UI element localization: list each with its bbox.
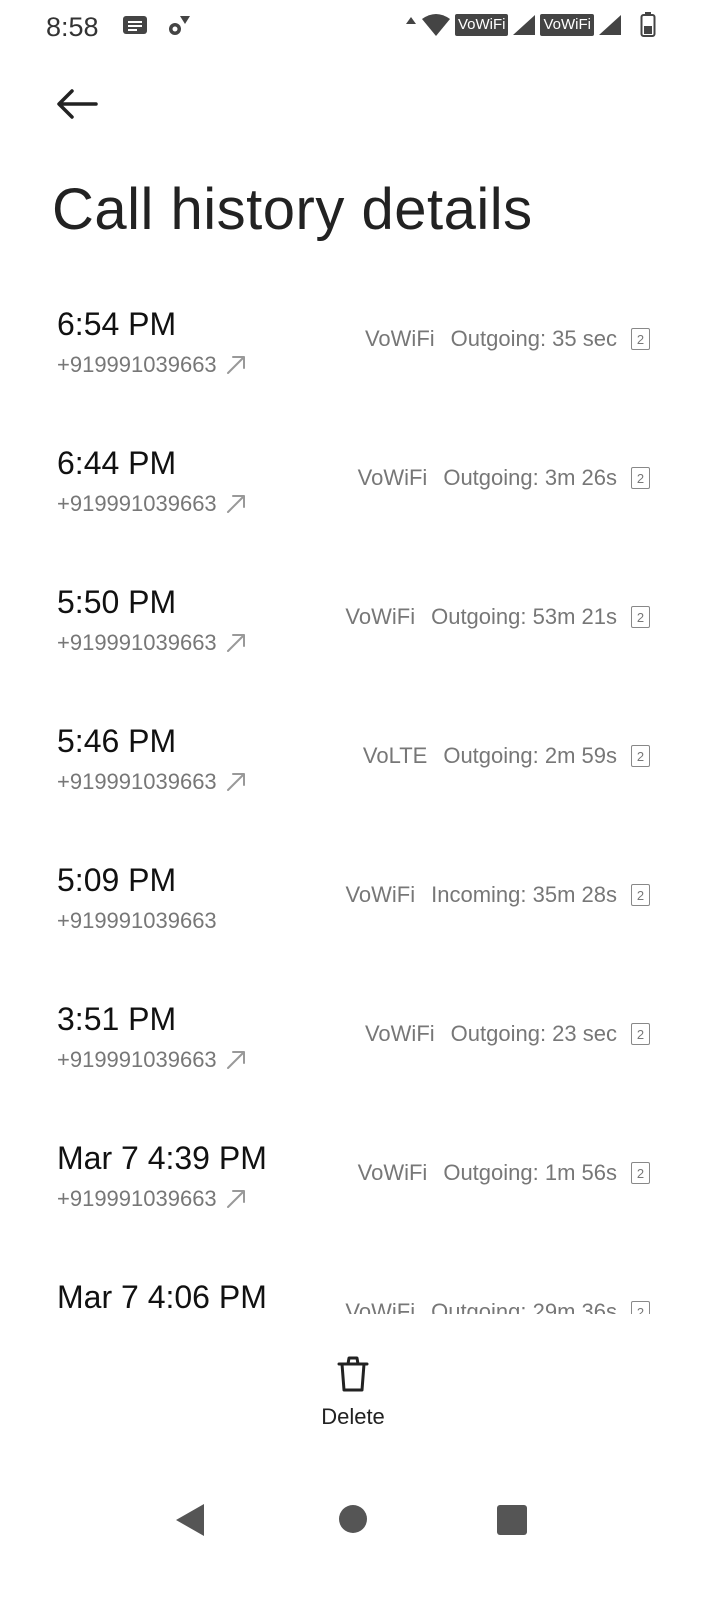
sim-indicator-icon: 2 [631,1023,650,1045]
trash-icon [337,1356,369,1392]
call-number-wrap: +919991039663 [57,630,247,656]
sim-indicator-icon: 2 [631,1162,650,1184]
call-number-wrap: +919991039663 [57,1047,247,1073]
call-number: +919991039663 [57,491,217,516]
call-meta: VoWiFi Incoming: 35m 28s 2 [345,882,650,908]
status-right-icons: VoWiFi VoWiFi [405,12,656,38]
call-duration: Outgoing: 29m 36s [431,1299,617,1314]
battery-icon [640,12,656,38]
outgoing-arrow-icon [226,773,245,791]
call-row[interactable]: 5:46 PM +919991039663 VoLTE Outgoing: 2m 59… [0,695,720,834]
back-button[interactable] [52,78,104,130]
call-time: 6:54 PM [57,306,177,342]
vowifi-badge-sim1: VoWiFi [454,14,509,36]
sim-indicator-icon: 2 [631,328,650,350]
page-title: Call history details [52,177,533,242]
call-number-wrap: +919991039663 [57,491,247,517]
message-icon [122,15,148,37]
call-meta: VoWiFi Outgoing: 35 sec 2 [365,326,650,352]
call-meta: VoWiFi Outgoing: 3m 26s 2 [358,465,650,491]
call-technology: VoWiFi [345,1299,416,1314]
call-time: Mar 7 4:06 PM [57,1279,267,1314]
system-nav-bar [0,1480,720,1560]
call-number-wrap: +919991039663 [57,908,217,934]
call-time: 5:46 PM [57,723,177,759]
call-number-wrap: +919991039663 [57,769,247,795]
back-arrow-icon [57,89,98,119]
outgoing-arrow-icon [226,1190,245,1208]
sim-indicator-icon: 2 [631,1301,650,1314]
delete-label: Delete [321,1404,385,1429]
nav-back-button[interactable] [174,1502,206,1543]
call-time: 3:51 PM [57,1001,177,1037]
status-left-icons [122,14,192,38]
call-row[interactable]: 6:54 PM +919991039663 VoWiFi Outgoing: 35 s… [0,278,720,417]
status-time: 8:58 [46,12,99,42]
call-duration: Outgoing: 1m 56s [443,1160,617,1185]
outgoing-arrow-icon [226,495,245,513]
call-meta: VoLTE Outgoing: 2m 59s 2 [363,743,650,769]
nav-recents-button[interactable] [497,1505,527,1535]
call-duration: Outgoing: 53m 21s [431,604,617,629]
call-row[interactable]: 3:51 PM +919991039663 VoWiFi Outgoing: 23 s… [0,973,720,1112]
vowifi-badge-sim2: VoWiFi [540,14,594,36]
call-duration: Incoming: 35m 28s [431,882,617,907]
call-meta: VoWiFi Outgoing: 1m 56s 2 [358,1160,650,1186]
wifi-icon [421,13,451,37]
call-row[interactable]: 5:50 PM +919991039663 VoWiFi Outgoing: 53m … [0,556,720,695]
call-number-wrap: +919991039663 [57,1186,247,1212]
call-technology: VoWiFi [345,882,416,907]
status-bar: 8:58 VoWiFi VoWiFi [0,0,720,56]
call-meta: VoWiFi Outgoing: 29m 36s 2 [345,1299,650,1314]
call-technology: VoWiFi [357,465,428,490]
outgoing-arrow-icon [226,634,245,652]
outgoing-arrow-icon [226,356,245,374]
call-row[interactable]: Mar 7 4:39 PM +919991039663 VoWiFi Outgoing… [0,1112,720,1251]
delete-button[interactable]: Delete [303,1354,403,1434]
call-number: +919991039663 [57,1186,217,1211]
call-number: +919991039663 [57,908,217,933]
call-technology: VoWiFi [357,1160,428,1185]
data-arrows-icon [405,15,417,35]
sim-indicator-icon: 2 [631,884,650,906]
nav-home-button[interactable] [339,1505,367,1533]
call-time: 5:50 PM [57,584,177,620]
signal-icon-sim2 [598,14,622,36]
call-duration: Outgoing: 2m 59s [443,743,617,768]
sim-indicator-icon: 2 [631,745,650,767]
call-meta: VoWiFi Outgoing: 53m 21s 2 [345,604,650,630]
call-number: +919991039663 [57,630,217,655]
action-bar: Delete [0,1330,720,1450]
call-time: Mar 7 4:39 PM [57,1140,267,1176]
call-duration: Outgoing: 35 sec [450,326,617,351]
call-number-wrap: +919991039663 [57,352,247,378]
call-number: +919991039663 [57,769,217,794]
call-technology: VoWiFi [364,1021,435,1046]
outgoing-arrow-icon [226,1051,245,1069]
call-time: 5:09 PM [57,862,177,898]
call-time: 6:44 PM [57,445,177,481]
call-duration: Outgoing: 3m 26s [443,465,617,490]
call-history-list[interactable]: 6:54 PM +919991039663 VoWiFi Outgoing: 35 s… [0,278,720,1314]
call-number: +919991039663 [57,1047,217,1072]
call-row[interactable]: Mar 7 4:06 PM+919991039663VoWiFiOutgoing… [0,1251,720,1314]
nav-back-icon [176,1504,204,1536]
call-meta: VoWiFi Outgoing: 23 sec 2 [365,1021,650,1047]
call-row[interactable]: 6:44 PM +919991039663 VoWiFi Outgoing: 3m 2… [0,417,720,556]
sim-indicator-icon: 2 [631,606,650,628]
sim-indicator-icon: 2 [631,467,650,489]
call-row[interactable]: 5:09 PM +919991039663 VoWiFi Incoming: 35m … [0,834,720,973]
signal-icon [512,14,536,36]
call-technology: VoWiFi [364,326,435,351]
settings-icon [166,14,192,38]
call-technology: VoWiFi [345,604,416,629]
call-duration: Outgoing: 23 sec [450,1021,617,1046]
call-number: +919991039663 [57,352,217,377]
call-technology: VoLTE [362,743,428,768]
